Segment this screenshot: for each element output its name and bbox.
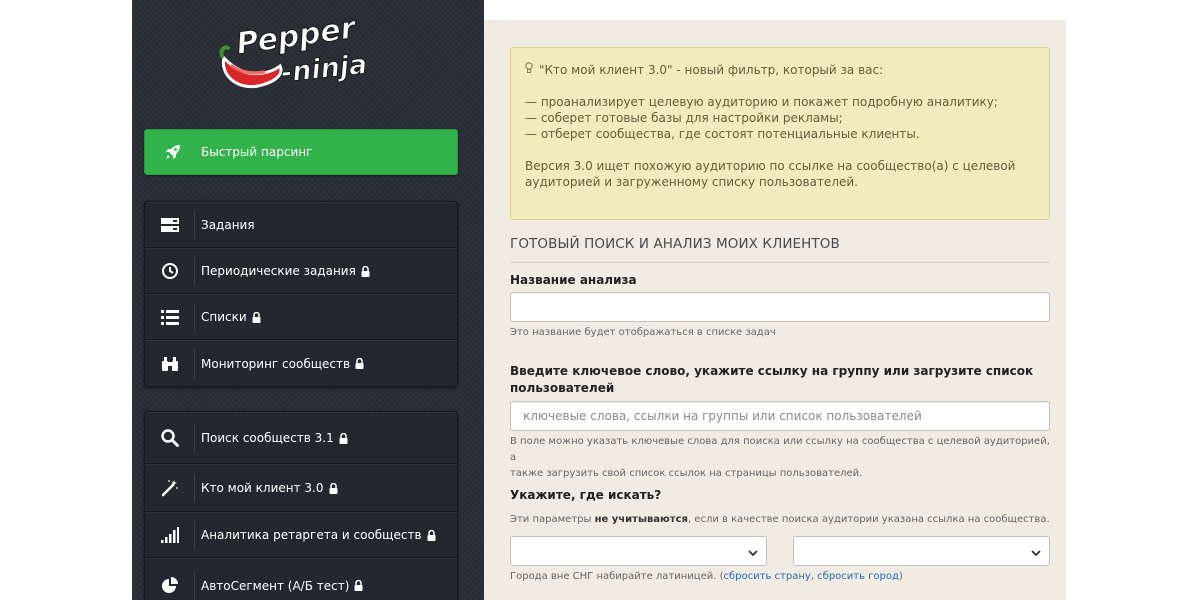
search-icon <box>145 424 195 452</box>
sidebar-item-label: Мониторинг сообществ <box>201 356 351 371</box>
sidebar-item-label: Задания <box>201 218 255 232</box>
geo-help-text: Города вне СНГ набирайте латиницей. ( <box>510 571 724 582</box>
lock-icon <box>355 354 364 373</box>
lock-icon <box>361 262 370 281</box>
server-icon <box>145 211 195 239</box>
app-window: Pepper -ninja Быстрый парсинг Задания Пе… <box>132 0 1066 600</box>
analysis-name-help: Это название будет отображаться в списке… <box>510 327 776 338</box>
info-alert: "Кто мой клиент 3.0" - новый фильтр, кот… <box>510 47 1050 220</box>
sidebar-item-label: Аналитика ретаргета и сообществ <box>201 528 422 542</box>
analysis-name-input[interactable] <box>510 292 1050 322</box>
magic-wand-icon <box>145 474 195 502</box>
sidebar-item-label: Поиск сообществ 3.1 <box>201 431 334 445</box>
keywords-label: Введите ключевое слово, укажите ссылку н… <box>510 363 1050 397</box>
rocket-icon <box>145 143 201 161</box>
lightbulb-icon <box>525 62 535 78</box>
alert-version-line: аудиторией и загруженному списку пользов… <box>525 175 858 189</box>
main-content: "Кто мой клиент 3.0" - новый фильтр, кот… <box>484 20 1066 600</box>
keywords-help-line: В поле можно указать ключевые слова для … <box>510 436 1050 463</box>
analysis-name-label: Название анализа <box>510 273 637 287</box>
sidebar-item-retarget-analytics[interactable]: Аналитика ретаргета и сообществ <box>145 512 457 558</box>
list-icon <box>145 303 195 331</box>
sidebar-item-who-is-my-client[interactable]: Кто мой клиент 3.0 <box>145 464 457 512</box>
reset-city-link[interactable]: сбросить город <box>817 571 899 582</box>
keywords-help-line: также загрузить свой список ссылок на ст… <box>510 468 863 479</box>
where-help-text: , если в качестве поиска аудитории указа… <box>687 514 1050 525</box>
alert-bullet: — отберет сообщества, где состоят потенц… <box>525 127 920 141</box>
sidebar-item-lists[interactable]: Списки <box>145 294 457 340</box>
quick-parsing-button[interactable]: Быстрый парсинг <box>144 129 458 175</box>
alert-version-line: Версия 3.0 ищет похожую аудиторию по ссы… <box>525 159 1016 173</box>
keywords-label-line: Введите ключевое слово, укажите ссылку н… <box>510 364 1034 378</box>
lock-icon <box>252 308 261 327</box>
pepper-ninja-logo[interactable]: Pepper -ninja <box>218 16 388 96</box>
alert-bullet: — соберет готовые базы для настройки рек… <box>525 111 843 125</box>
signal-bars-icon <box>145 521 195 549</box>
sidebar-item-tasks[interactable]: Задания <box>145 202 457 248</box>
alert-intro-text: "Кто мой клиент 3.0" - новый фильтр, кот… <box>539 63 884 77</box>
keywords-label-line: пользователей <box>510 381 615 395</box>
sidebar-item-community-search[interactable]: Поиск сообществ 3.1 <box>145 412 457 464</box>
geo-help-text: ) <box>898 571 903 582</box>
menu-group-main: Задания Периодические задания Списки Мон… <box>144 201 458 387</box>
sidebar-item-community-monitoring[interactable]: Мониторинг сообществ <box>145 340 457 386</box>
binoculars-icon <box>145 349 195 378</box>
sidebar-item-periodic-tasks[interactable]: Периодические задания <box>145 248 457 294</box>
where-help: Эти параметры не учитываются, если в кач… <box>510 512 1050 528</box>
alert-bullet: — проанализирует целевую аудиторию и пок… <box>525 95 998 109</box>
sidebar-item-label: Кто мой клиент 3.0 <box>201 481 324 495</box>
sidebar: Pepper -ninja Быстрый парсинг Задания Пе… <box>132 0 484 600</box>
logo-text-ninja: -ninja <box>279 49 368 89</box>
chevron-down-icon <box>748 542 758 561</box>
chevron-down-icon <box>1031 542 1041 561</box>
lock-icon <box>329 479 338 498</box>
reset-country-link[interactable]: сбросить страну <box>724 571 811 582</box>
sidebar-item-label: Периодические задания <box>201 264 356 278</box>
city-select[interactable] <box>793 536 1050 566</box>
keywords-input[interactable] <box>510 401 1050 431</box>
sidebar-item-label: Списки <box>201 310 247 324</box>
where-label: Укажите, где искать? <box>510 488 662 502</box>
keywords-help: В поле можно указать ключевые слова для … <box>510 434 1050 482</box>
country-select[interactable] <box>510 536 767 566</box>
where-help-bold: не учитываются <box>594 514 688 525</box>
clock-icon <box>145 257 195 285</box>
alert-intro: "Кто мой клиент 3.0" - новый фильтр, кот… <box>525 62 1035 78</box>
where-help-text: Эти параметры <box>510 514 595 525</box>
lock-icon <box>354 576 363 595</box>
lock-icon <box>427 526 436 545</box>
quick-parsing-label: Быстрый парсинг <box>201 145 313 159</box>
geo-help: Города вне СНГ набирайте латиницей. (сбр… <box>510 569 1050 585</box>
pie-chart-icon <box>145 571 195 600</box>
section-title: ГОТОВЫЙ ПОИСК И АНАЛИЗ МОИХ КЛИЕНТОВ <box>510 236 1050 263</box>
menu-group-tools: Поиск сообществ 3.1 Кто мой клиент 3.0 А… <box>144 411 458 600</box>
lock-icon <box>339 429 348 448</box>
sidebar-item-autosegment[interactable]: АвтоСегмент (А/Б тест) <box>145 558 457 600</box>
sidebar-item-label: АвтоСегмент (А/Б тест) <box>201 578 350 593</box>
